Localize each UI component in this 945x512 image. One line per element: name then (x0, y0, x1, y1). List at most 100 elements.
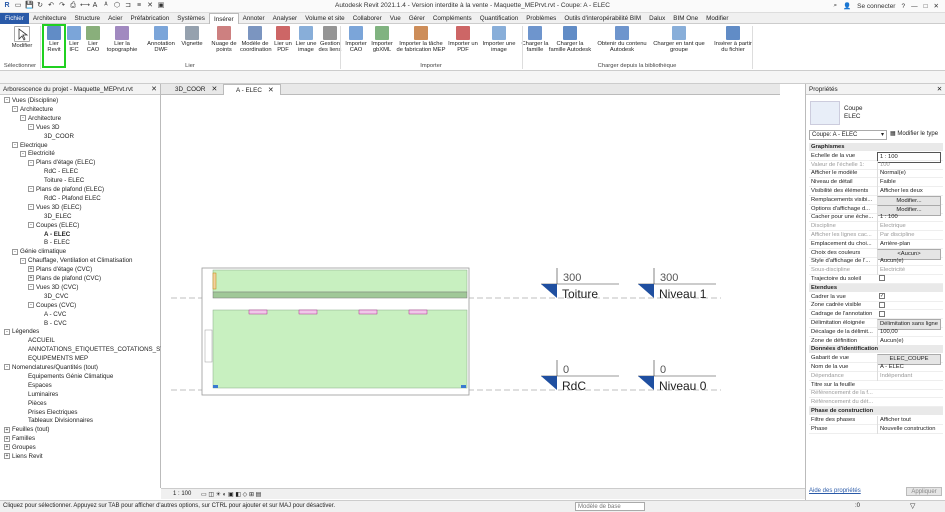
property-row[interactable]: Référencement du dét... (809, 398, 943, 408)
tab-volume-et-site[interactable]: Volume et site (301, 13, 349, 24)
close-window-button[interactable]: ✕ (934, 2, 939, 10)
browser-node[interactable]: RdC - Plafond ELEC (36, 195, 101, 204)
luminaire[interactable] (408, 309, 428, 315)
collapse-icon[interactable]: - (12, 141, 18, 148)
expand-icon[interactable]: + (4, 444, 10, 451)
browser-node[interactable]: B - ELEC (36, 239, 70, 248)
tab-outils-d-interop-rabilit-bim[interactable]: Outils d'interopérabilité BIM (560, 13, 645, 24)
browser-node[interactable]: + Plans de plafond (CVC) (28, 275, 101, 284)
search-icon[interactable]: ⌕ (833, 2, 837, 10)
collapse-icon[interactable]: - (4, 364, 10, 371)
collapse-icon[interactable]: - (12, 248, 18, 255)
browser-node[interactable]: 3D_ELEC (36, 213, 72, 222)
browser-node[interactable]: Pièces (20, 400, 47, 409)
property-section-header[interactable]: Etendues (809, 283, 943, 292)
browser-node[interactable]: - Nomenclatures/Quantités (tout) (4, 364, 98, 373)
level-marker[interactable]: 0 RdC (541, 360, 619, 393)
tab-ins-rer[interactable]: Insérer (208, 13, 239, 24)
property-row[interactable]: Cadrer la vue ✓ (809, 293, 943, 302)
browser-node[interactable]: Tableaux Divisionnaires (20, 417, 93, 426)
ribbon-button-lier-revit[interactable]: Lier Revit (42, 24, 66, 68)
upper-room-fill[interactable] (212, 269, 468, 293)
browser-node[interactable]: + Liens Revit (4, 453, 43, 462)
property-row[interactable]: Filtre des phases Afficher tout (809, 415, 943, 425)
outlet[interactable] (213, 385, 218, 388)
property-value[interactable]: Aucun(e) (877, 257, 941, 267)
browser-node[interactable]: - Coupes (CVC) (28, 302, 76, 311)
luminaire[interactable] (298, 309, 318, 315)
browser-node[interactable]: - Vues 3D (ELEC) (28, 204, 82, 213)
model-selector[interactable]: Modèle de base (575, 502, 645, 511)
tab-syst-mes[interactable]: Systèmes (173, 13, 209, 24)
tab-acier[interactable]: Acier (104, 13, 126, 24)
property-value[interactable] (877, 275, 941, 284)
property-section-header[interactable]: Phase de construction (809, 407, 943, 415)
door-element[interactable] (212, 272, 217, 290)
collapse-icon[interactable]: - (20, 150, 26, 157)
filter-icon[interactable]: ▽ (910, 502, 915, 510)
property-row[interactable]: Afficher le modèle Normal(e) (809, 169, 943, 179)
tab-bim-one[interactable]: BIM One (669, 13, 702, 24)
collapse-icon[interactable]: - (4, 328, 10, 335)
property-value[interactable] (877, 301, 941, 310)
property-value[interactable]: 100,00 (877, 327, 941, 337)
property-row[interactable]: Choix des couleurs <Aucun> (809, 248, 943, 260)
luminaire[interactable] (248, 309, 268, 315)
close-icon[interactable]: ✕ (937, 84, 942, 95)
close-icon[interactable]: ✕ (268, 87, 274, 94)
expand-icon[interactable]: + (28, 266, 34, 273)
checkbox[interactable] (879, 310, 885, 317)
tab-fichier[interactable]: Fichier (0, 13, 29, 24)
tab-annoter[interactable]: Annoter (239, 13, 269, 24)
select-panel-label[interactable]: Sélectionner (0, 62, 40, 70)
collapse-icon[interactable]: - (28, 204, 34, 211)
browser-node[interactable]: - Vues (Discipline) (4, 97, 58, 106)
browser-node[interactable]: Equipements Génie Climatique (20, 373, 113, 382)
property-value[interactable]: Afficher les deux (877, 187, 941, 196)
property-value[interactable]: Arrière-plan (877, 239, 941, 249)
tab-dalux[interactable]: Dalux (645, 13, 669, 24)
property-section-header[interactable]: Graphismes (809, 143, 943, 151)
close-icon[interactable]: ✕ (151, 84, 157, 95)
level-marker[interactable]: 0 Niveau 0 (638, 360, 716, 393)
property-row[interactable]: Gabarit de vue ELEC_COUPE (809, 354, 943, 366)
tab-collaborer[interactable]: Collaborer (349, 13, 386, 24)
wall-opening[interactable] (204, 329, 213, 363)
ceiling-slab[interactable] (212, 291, 468, 299)
view-tab-3d-coor[interactable]: 3D_COOR ✕ (163, 84, 221, 95)
browser-node[interactable]: - Coupes (ELEC) (28, 222, 79, 231)
browser-node[interactable]: - Chauffage, Ventilation et Climatisation (20, 257, 132, 266)
property-row[interactable]: Style d'affichage de l'... Aucun(e) (809, 257, 943, 267)
property-row[interactable]: Emplacement du choi... Arrière-plan (809, 239, 943, 249)
property-row[interactable]: Zone cadrée visible (809, 301, 943, 311)
tab-architecture[interactable]: Architecture (29, 13, 71, 24)
browser-node[interactable]: - Electrique (12, 142, 48, 151)
property-value[interactable]: ✓ (877, 293, 941, 302)
property-row[interactable]: Echelle de la vue 1 : 100 (809, 151, 943, 163)
browser-node[interactable]: - Architecture (20, 115, 61, 124)
browser-node[interactable]: Prises Electriques (20, 409, 78, 418)
property-value[interactable]: Faible (877, 178, 941, 188)
detail-level-icon[interactable]: ▭ ◫ ☀ ◐ ▣ ◧ ◇ ⊞ ▤ (201, 491, 261, 498)
section-view[interactable]: 300 Toiture 300 Niveau 1 0 RdC 0 Niveau 0 (161, 95, 780, 488)
browser-node[interactable]: - Légendes (4, 328, 39, 337)
sign-in-link[interactable]: Se connecter (857, 3, 895, 10)
browser-node[interactable]: EQUIPEMENTS MEP (20, 355, 88, 364)
checkbox[interactable] (879, 301, 885, 308)
property-row[interactable]: Trajectoire du soleil (809, 275, 943, 284)
property-value[interactable] (877, 310, 941, 319)
browser-node[interactable]: Espaces (20, 382, 52, 391)
property-row[interactable]: Discipline Electrique (809, 222, 943, 232)
level-marker[interactable]: 300 Niveau 1 (638, 268, 716, 301)
close-icon[interactable]: ✕ (211, 86, 217, 93)
checkbox[interactable] (879, 275, 885, 282)
property-value[interactable]: Aucun(e) (877, 336, 941, 346)
collapse-icon[interactable]: - (28, 284, 34, 291)
property-value[interactable]: A - ELEC (877, 363, 941, 372)
property-row[interactable]: Délimitation éloignée Délimitation sans l… (809, 319, 943, 330)
browser-node[interactable]: + Plans d'étage (CVC) (28, 266, 92, 275)
property-row[interactable]: Nom de la vue A - ELEC (809, 363, 943, 372)
collapse-icon[interactable]: - (12, 106, 18, 113)
level-marker[interactable]: 300 Toiture (541, 268, 619, 301)
property-value[interactable]: Nouvelle construction (877, 424, 941, 434)
